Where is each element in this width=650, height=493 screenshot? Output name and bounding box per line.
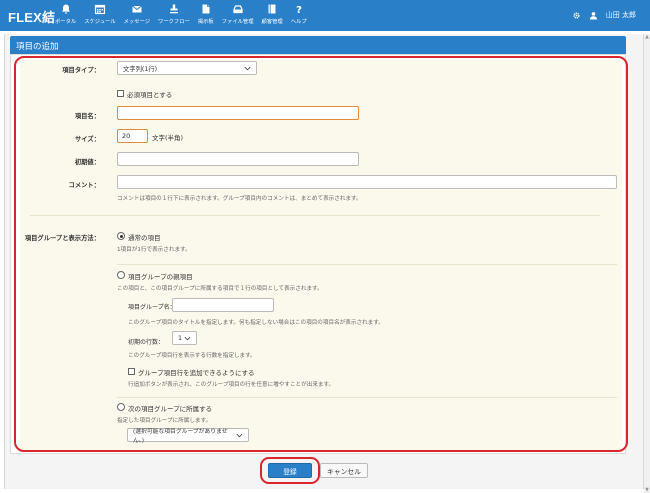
- type-label: 項目タイプ：: [62, 67, 100, 74]
- top-navigation-bar: FLEX結 ポータル スケジュール メッセージ ワークフロー 掲示板 ファイル管…: [0, 0, 650, 31]
- size-label: サイズ：: [75, 136, 100, 143]
- chevron-down-icon: [244, 66, 251, 70]
- envelope-icon: [132, 5, 142, 13]
- nav-file-label: ファイル管理: [221, 19, 254, 25]
- belong-group-select-value: (選択可能な項目グループがありません。): [133, 429, 228, 444]
- size-unit: 文字(半角): [152, 134, 184, 142]
- group-name-input[interactable]: [172, 298, 274, 312]
- nav-schedule-label: スケジュール: [84, 19, 116, 25]
- normal-item-label: 通常の項目: [128, 234, 161, 242]
- book-icon: [268, 4, 276, 14]
- main-nav: ポータル スケジュール メッセージ ワークフロー 掲示板 ファイル管理 顧客管理…: [51, 3, 311, 29]
- bell-icon: [61, 4, 70, 14]
- nav-file[interactable]: ファイル管理: [218, 3, 258, 29]
- group-parent-label: 項目グループの親項目: [128, 273, 193, 281]
- rows-select[interactable]: 1: [172, 331, 197, 345]
- nav-portal[interactable]: ポータル: [51, 3, 80, 29]
- panel-title: 項目の追加: [10, 36, 626, 54]
- required-label: 必須項目とする: [127, 91, 173, 99]
- rows-label: 初期の行数：: [128, 339, 165, 346]
- nav-customer-label: 顧客管理: [261, 19, 283, 25]
- gear-icon[interactable]: [572, 11, 581, 20]
- page-scrollbar[interactable]: ▲ ▼: [644, 34, 650, 493]
- belong-group-radio[interactable]: [117, 403, 125, 411]
- section-divider: [30, 215, 600, 216]
- submit-button[interactable]: 登録: [268, 463, 312, 478]
- stamp-icon: [169, 4, 178, 14]
- add-rows-label: グループ項目行を追加できるようにする: [138, 369, 255, 377]
- add-rows-checkbox[interactable]: [128, 368, 135, 375]
- button-bar: [9, 455, 625, 483]
- nav-workflow-label: ワークフロー: [158, 19, 190, 25]
- type-select-value: 文字列(1行): [123, 65, 158, 73]
- type-select[interactable]: 文字列(1行): [117, 61, 257, 75]
- name-label: 項目名：: [74, 113, 100, 120]
- nav-message[interactable]: メッセージ: [120, 3, 154, 29]
- scroll-down-arrow[interactable]: ▼: [644, 487, 650, 493]
- add-rows-hint: 行追加ボタンが表示され、このグループ項目の行を任意に増やすことが出来ます。: [128, 382, 335, 388]
- nav-message-label: メッセージ: [123, 19, 151, 25]
- rows-hint: このグループ項目行を表示する行数を指定します。: [128, 353, 256, 359]
- nav-board-label: 掲示板: [197, 19, 214, 25]
- rows-select-value: 1: [178, 334, 183, 342]
- required-checkbox[interactable]: [117, 90, 124, 97]
- nav-workflow[interactable]: ワークフロー: [154, 3, 194, 29]
- option-divider: [117, 397, 617, 398]
- nav-help-label: ヘルプ: [290, 19, 307, 25]
- name-input[interactable]: [117, 106, 359, 120]
- chevron-down-icon: [236, 433, 243, 437]
- option-divider: [117, 264, 617, 265]
- app-logo[interactable]: FLEX結: [8, 7, 55, 26]
- svg-text:?: ?: [296, 5, 302, 15]
- group-label: 項目グループと表示方法：: [24, 235, 100, 242]
- comment-label: コメント：: [68, 182, 100, 189]
- belong-group-hint: 指定した項目グループに所属します。: [117, 418, 212, 424]
- question-icon: ?: [296, 5, 302, 15]
- group-parent-radio[interactable]: [117, 271, 125, 279]
- group-name-hint: このグループ項目のタイトルを指定します。何も指定しない場合はこの項目の項目名が表…: [128, 320, 384, 326]
- nav-board[interactable]: 掲示板: [194, 3, 218, 29]
- cancel-button[interactable]: キャンセル: [320, 463, 368, 478]
- board-icon: [202, 4, 210, 14]
- group-name-label: 項目グループ名：: [128, 304, 176, 311]
- comment-hint: コメントは項目の１行下に表示されます。グループ項目内のコメントは、まとめて表示さ…: [117, 196, 362, 202]
- nav-customer[interactable]: 顧客管理: [258, 3, 287, 29]
- user-icon: [589, 11, 597, 20]
- user-area: 山田 太郎: [572, 10, 636, 20]
- initial-label: 初期値：: [74, 159, 100, 166]
- size-input[interactable]: 20: [117, 129, 148, 143]
- calendar-icon: [94, 4, 106, 15]
- normal-item-radio[interactable]: [117, 232, 125, 240]
- initial-input[interactable]: [117, 152, 359, 166]
- drive-icon: [233, 5, 243, 14]
- scroll-up-arrow[interactable]: ▲: [644, 34, 650, 40]
- comment-input[interactable]: [117, 175, 617, 189]
- belong-group-label: 次の項目グループに所属する: [128, 405, 213, 413]
- belong-group-select[interactable]: (選択可能な項目グループがありません。): [127, 428, 249, 444]
- normal-item-hint: 1項目が1行で表示されます。: [117, 247, 191, 253]
- group-parent-hint: この項目と、この項目グループに所属する項目で１行の項目として表示されます。: [117, 286, 323, 292]
- nav-help[interactable]: ? ヘルプ: [287, 3, 311, 29]
- user-name[interactable]: 山田 太郎: [606, 10, 636, 20]
- nav-schedule[interactable]: スケジュール: [80, 3, 119, 29]
- chevron-down-icon: [184, 336, 191, 340]
- nav-portal-label: ポータル: [55, 19, 77, 25]
